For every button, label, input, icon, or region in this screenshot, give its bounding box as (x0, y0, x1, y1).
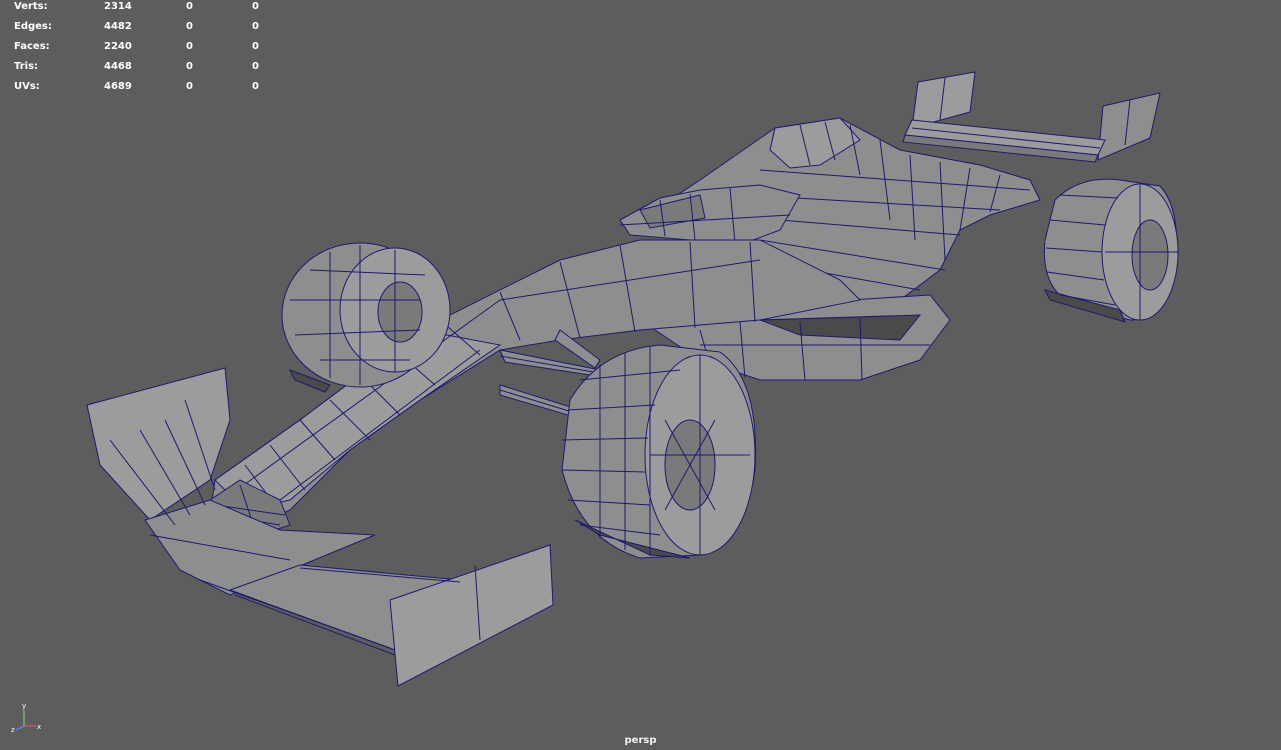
hud-value: 0 (186, 21, 193, 32)
hud-label: UVs: (14, 81, 40, 92)
hud-value: 0 (252, 61, 259, 72)
hud-value: 0 (186, 1, 193, 12)
axis-gizmo-icon: y z x (11, 702, 41, 734)
hud-value: 0 (186, 61, 193, 72)
hud-value: 4482 (104, 21, 132, 32)
hud-label: Verts: (14, 1, 48, 12)
axis-y-label: y (22, 702, 26, 710)
axis-z-label: z (11, 726, 15, 734)
hud-value: 0 (252, 21, 259, 32)
axis-x-label: x (37, 723, 41, 731)
f1-car-wireframe-model[interactable]: .shade { fill: #8e8e8e; stroke: #1b1b70;… (0, 0, 1281, 750)
hud-value: 2314 (104, 1, 132, 12)
viewport-persp[interactable]: .shade { fill: #8e8e8e; stroke: #1b1b70;… (0, 0, 1281, 750)
rear-wing (902, 71, 1161, 163)
hud-value: 4468 (104, 61, 132, 72)
hud-value: 4689 (104, 81, 132, 92)
hud-value: 2240 (104, 41, 132, 52)
hud-label: Tris: (14, 61, 39, 72)
hud-value: 0 (252, 1, 259, 12)
hud-value: 0 (186, 81, 193, 92)
hud-value: 0 (252, 81, 259, 92)
hud-label: Faces: (14, 41, 50, 52)
hud-value: 0 (186, 41, 193, 52)
rear-right-wheel (1043, 178, 1179, 323)
hud-label: Edges: (14, 21, 52, 32)
front-right-wheel (561, 344, 757, 559)
hud-value: 0 (252, 41, 259, 52)
camera-name-label: persp (624, 735, 657, 746)
